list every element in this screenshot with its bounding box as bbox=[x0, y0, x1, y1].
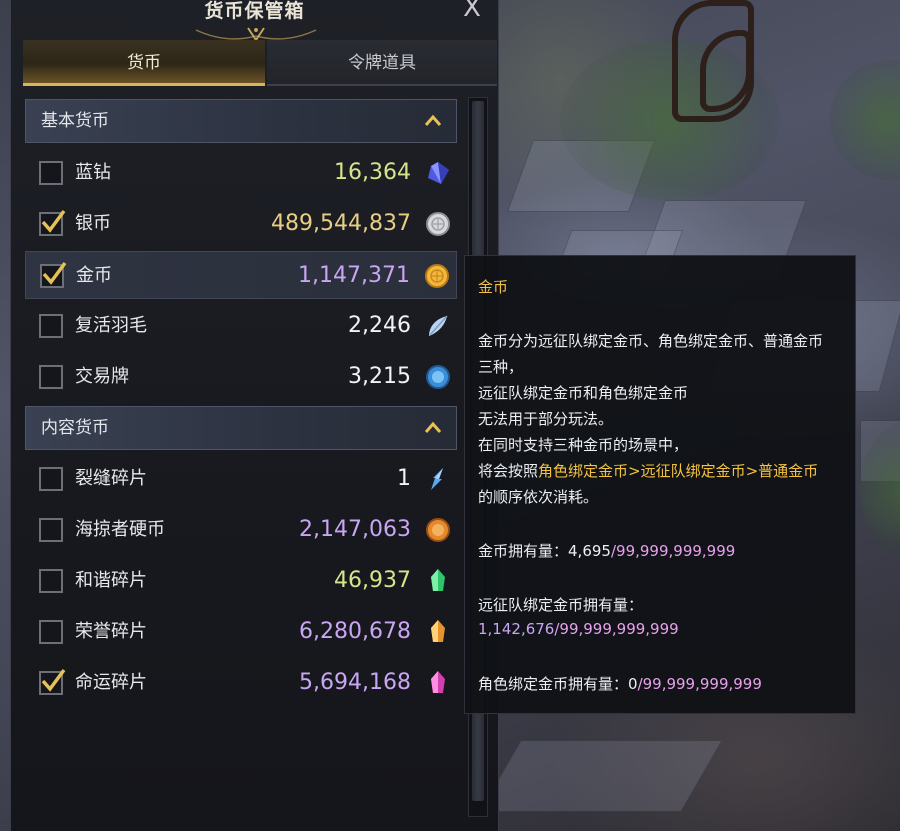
row-checkbox[interactable] bbox=[39, 518, 63, 542]
currency-row-honor-shard[interactable]: 荣誉碎片 6,280,678 bbox=[25, 608, 457, 656]
tooltip-char-bound: 角色绑定金币拥有量：0/99,999,999,999 bbox=[478, 673, 762, 694]
rift-shard-icon bbox=[431, 468, 443, 490]
tooltip-desc-line: 在同时支持三种金币的场景中， bbox=[478, 436, 689, 454]
currency-row-destiny-shard[interactable]: 命运碎片 5,694,168 bbox=[25, 659, 457, 707]
tooltip-desc-line: 无法用于部分玩法。 bbox=[478, 410, 614, 428]
currency-name: 和谐碎片 bbox=[75, 570, 147, 591]
checkmark-icon bbox=[42, 261, 67, 285]
currency-name: 金币 bbox=[76, 265, 112, 286]
stat-label: 金币拥有量： bbox=[478, 542, 569, 560]
currency-amount: 46,937 bbox=[334, 568, 411, 593]
stat-value: 4,695 bbox=[568, 542, 611, 560]
stat-max: /99,999,999,999 bbox=[554, 620, 679, 638]
currency-row-trade-token[interactable]: 交易牌 3,215 bbox=[25, 353, 457, 401]
window-title: 货币保管箱 bbox=[204, 0, 305, 22]
currency-row-blue-diamond[interactable]: 蓝钻 16,364 bbox=[25, 149, 457, 197]
currency-amount: 489,544,837 bbox=[271, 211, 411, 236]
currency-amount: 5,694,168 bbox=[299, 670, 411, 695]
currency-name: 海掠者硬币 bbox=[75, 519, 165, 540]
tooltip-desc-line: 将会按照角色绑定金币>远征队绑定金币>普通金币 bbox=[478, 460, 818, 481]
tooltip-desc-line: 三种， bbox=[478, 358, 524, 376]
row-checkbox[interactable] bbox=[39, 467, 63, 491]
close-button[interactable]: X bbox=[460, 0, 484, 21]
tooltip-desc-line: 金币分为远征队绑定金币、角色绑定金币、普通金币 bbox=[478, 332, 824, 350]
currency-row-revive-feather[interactable]: 复活羽毛 2,246 bbox=[25, 302, 457, 350]
trade-token-icon bbox=[426, 365, 450, 389]
tab-bar: 货币 令牌道具 bbox=[23, 40, 497, 86]
currency-row-pirate-coin[interactable]: 海掠者硬币 2,147,063 bbox=[25, 506, 457, 554]
checkmark-icon bbox=[41, 209, 66, 233]
row-checkbox[interactable] bbox=[39, 161, 63, 185]
currency-name: 银币 bbox=[75, 213, 111, 234]
stat-max: /99,999,999,999 bbox=[610, 542, 736, 560]
row-checkbox[interactable] bbox=[39, 314, 63, 338]
tab-token-items[interactable]: 令牌道具 bbox=[267, 40, 497, 86]
row-checkbox-checked[interactable] bbox=[39, 668, 66, 695]
currency-amount: 16,364 bbox=[334, 160, 411, 185]
tooltip-roster-bound-amount: 1,142,676/99,999,999,999 bbox=[478, 620, 679, 638]
title-bar: 货币保管箱 X bbox=[11, 0, 498, 42]
section-header-basic-currency[interactable]: 基本货币 bbox=[25, 99, 457, 143]
stat-max: /99,999,999,999 bbox=[637, 675, 762, 693]
checkmark-icon bbox=[41, 668, 66, 692]
section-header-content-currency[interactable]: 内容货币 bbox=[25, 406, 457, 450]
blue-diamond-icon bbox=[428, 162, 449, 184]
destiny-shard-icon bbox=[431, 671, 445, 693]
silver-coin-icon bbox=[426, 212, 450, 236]
row-checkbox[interactable] bbox=[39, 620, 63, 644]
currency-amount: 2,147,063 bbox=[299, 517, 411, 542]
row-checkbox-checked[interactable] bbox=[40, 261, 67, 288]
section-label: 内容货币 bbox=[41, 418, 109, 438]
currency-amount: 2,246 bbox=[348, 313, 411, 338]
currency-name: 蓝钻 bbox=[75, 162, 111, 183]
harmony-shard-icon bbox=[431, 569, 445, 591]
tab-currency[interactable]: 货币 bbox=[23, 40, 265, 86]
currency-storage-panel: 货币保管箱 X 货币 令牌道具 基本货币 蓝钻 16,364 银币 489,54… bbox=[10, 0, 499, 831]
chevron-up-icon[interactable] bbox=[424, 112, 442, 130]
gold-tooltip: 金币 金币分为远征队绑定金币、角色绑定金币、普通金币 三种， 远征队绑定金币和角… bbox=[464, 255, 856, 714]
stat-value: 0 bbox=[628, 675, 638, 693]
gold-coin-icon bbox=[425, 264, 449, 288]
currency-name: 命运碎片 bbox=[75, 672, 147, 693]
currency-name: 复活羽毛 bbox=[75, 315, 147, 336]
tooltip-text: 将会按照 bbox=[478, 462, 539, 480]
currency-amount: 1,147,371 bbox=[298, 263, 410, 288]
chevron-up-icon[interactable] bbox=[424, 419, 442, 437]
currency-row-harmony-shard[interactable]: 和谐碎片 46,937 bbox=[25, 557, 457, 605]
feather-icon bbox=[429, 315, 448, 336]
tooltip-desc-line: 远征队绑定金币和角色绑定金币 bbox=[478, 384, 689, 402]
currency-row-gold[interactable]: 金币 1,147,371 bbox=[25, 251, 457, 299]
currency-amount: 1 bbox=[397, 466, 411, 491]
tooltip-roster-bound-label: 远征队绑定金币拥有量： bbox=[478, 596, 644, 614]
currency-name: 荣誉碎片 bbox=[75, 621, 147, 642]
tooltip-gold-owned: 金币拥有量：4,695/99,999,999,999 bbox=[478, 540, 735, 561]
row-checkbox[interactable] bbox=[39, 365, 63, 389]
section-label: 基本货币 bbox=[41, 111, 109, 131]
row-checkbox-checked[interactable] bbox=[39, 209, 66, 236]
currency-amount: 6,280,678 bbox=[299, 619, 411, 644]
currency-name: 交易牌 bbox=[75, 366, 129, 387]
row-checkbox[interactable] bbox=[39, 569, 63, 593]
currency-amount: 3,215 bbox=[348, 364, 411, 389]
honor-shard-icon bbox=[431, 620, 445, 642]
pirate-coin-icon bbox=[426, 518, 450, 542]
tooltip-title: 金币 bbox=[478, 278, 509, 296]
currency-row-rift-shard[interactable]: 裂缝碎片 1 bbox=[25, 455, 457, 503]
tooltip-consumption-order: 角色绑定金币>远征队绑定金币>普通金币 bbox=[538, 462, 819, 480]
tooltip-desc-line: 的顺序依次消耗。 bbox=[478, 488, 599, 506]
stat-label: 角色绑定金币拥有量： bbox=[478, 675, 629, 693]
currency-row-silver[interactable]: 银币 489,544,837 bbox=[25, 200, 457, 248]
currency-name: 裂缝碎片 bbox=[75, 468, 147, 489]
stat-value: 1,142,676 bbox=[478, 620, 555, 638]
